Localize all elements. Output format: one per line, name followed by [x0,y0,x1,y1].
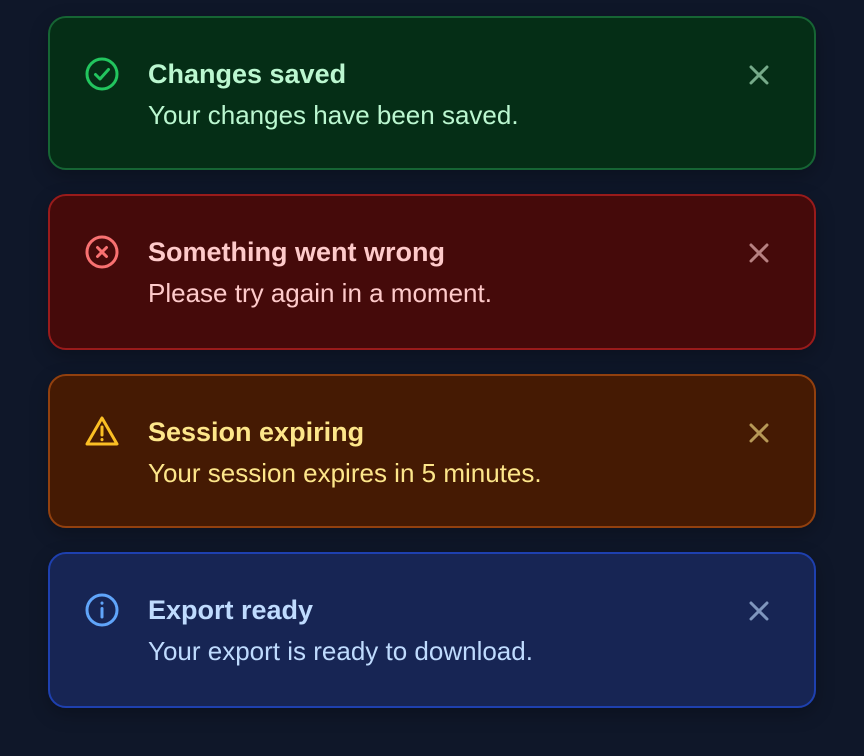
toast-title: Something went wrong [148,237,445,267]
close-button[interactable] [742,58,776,92]
toast-title: Export ready [148,595,314,625]
toast-title: Session expiring [148,417,365,447]
toast-message: Your export is ready to download. [148,636,533,666]
toast-message: Your changes have been saved. [148,100,519,130]
x-circle-icon [84,234,120,270]
toast-info: Export ready Your export is ready to dow… [48,552,816,708]
close-button[interactable] [742,236,776,270]
toast-title: Changes saved [148,59,347,89]
toast-warning: Session expiring Your session expires in… [48,374,816,528]
toast-success: Changes saved Your changes have been sav… [48,16,816,170]
toast-stack: Changes saved Your changes have been sav… [48,16,816,708]
toast-message: Your session expires in 5 minutes. [148,458,542,488]
warning-triangle-icon [84,414,120,450]
toast-error: Something went wrong Please try again in… [48,194,816,350]
info-circle-icon [84,592,120,628]
close-button[interactable] [742,594,776,628]
close-button[interactable] [742,416,776,450]
toast-message: Please try again in a moment. [148,278,492,308]
check-circle-icon [84,56,120,92]
